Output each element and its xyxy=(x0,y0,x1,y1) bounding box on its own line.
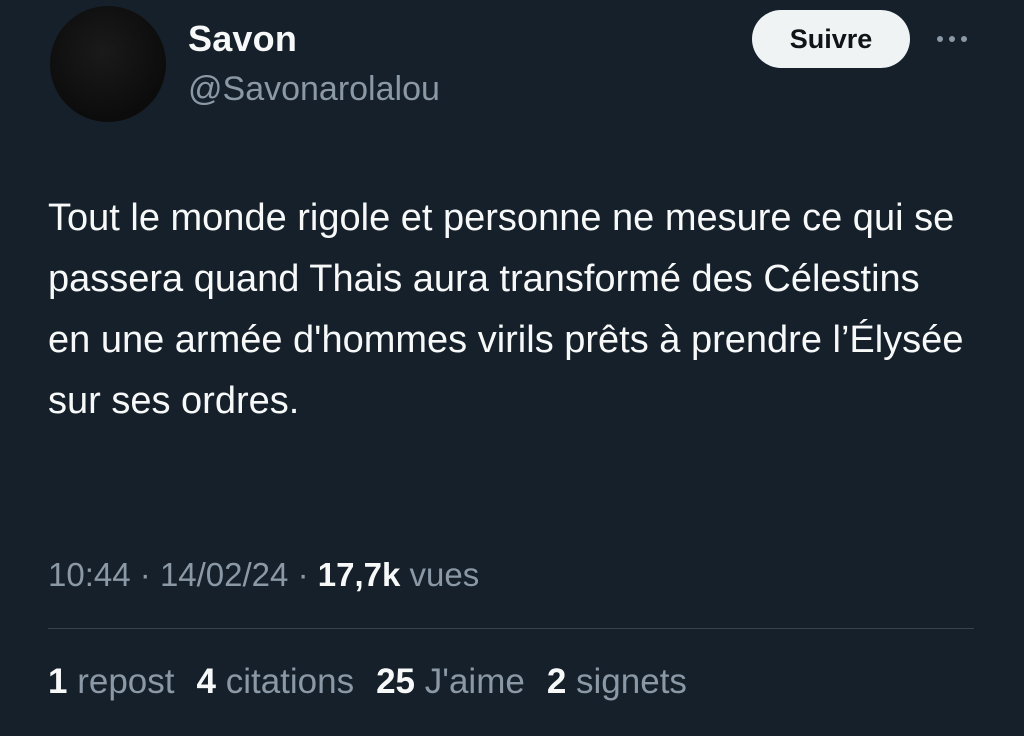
more-horizontal-icon[interactable] xyxy=(932,24,972,54)
bookmarks-label: signets xyxy=(576,662,687,701)
tweet-text: Tout le monde rigole et personne ne mesu… xyxy=(48,197,964,422)
reposts-count: 1 xyxy=(48,662,68,701)
views-count: 17,7k xyxy=(317,556,401,593)
likes-count: 25 xyxy=(376,662,416,701)
bookmarks-count: 2 xyxy=(546,662,567,701)
author-handle[interactable]: @Savonarolalou xyxy=(188,70,440,109)
reposts-stat[interactable]: 1 repost xyxy=(48,662,174,702)
quotes-stat[interactable]: 4 citations xyxy=(196,662,354,702)
divider xyxy=(48,628,974,629)
tweet-time[interactable]: 10:44 xyxy=(48,556,131,593)
meta-separator: · xyxy=(139,556,151,593)
bookmarks-stat[interactable]: 2 signets xyxy=(547,662,687,702)
avatar[interactable] xyxy=(50,6,166,122)
likes-stat[interactable]: 25 J'aime xyxy=(376,662,525,702)
likes-label: J'aime xyxy=(424,662,525,701)
views-label: vues xyxy=(409,556,480,593)
quotes-label: citations xyxy=(225,662,355,701)
tweet-detail: Savon @Savonarolalou Suivre Tout le mond… xyxy=(0,0,1024,736)
author-display-name[interactable]: Savon xyxy=(188,18,297,60)
meta-separator: · xyxy=(297,556,309,593)
tweet-date[interactable]: 14/02/24 xyxy=(160,556,288,593)
quotes-count: 4 xyxy=(196,662,216,701)
tweet-meta: 10:44 · 14/02/24 · 17,7k vues xyxy=(48,556,479,594)
engagement-stats: 1 repost 4 citations 25 J'aime 2 signets xyxy=(48,662,687,702)
follow-button[interactable]: Suivre xyxy=(752,10,910,68)
reposts-label: repost xyxy=(77,662,175,701)
